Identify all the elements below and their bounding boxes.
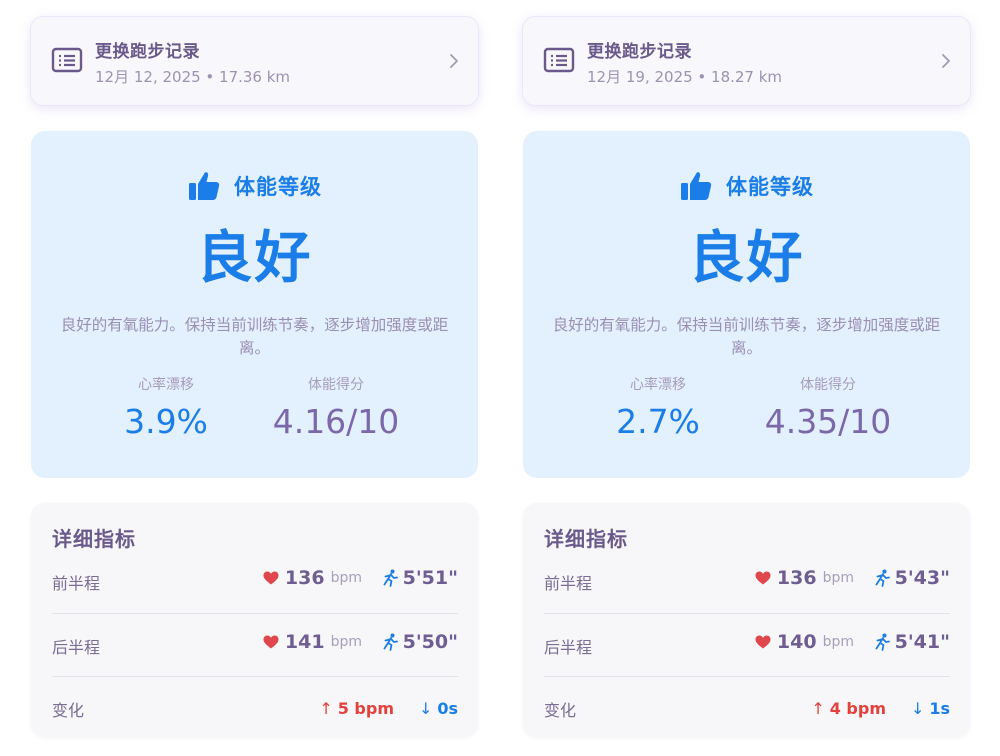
fitness-level-value: 良好 bbox=[688, 226, 805, 291]
heart-rate-group: 136 bpm bbox=[755, 567, 854, 593]
running-person-icon bbox=[875, 633, 890, 651]
record-date-distance: 12月 19, 2025 • 18.27 km bbox=[587, 68, 783, 86]
running-person-icon bbox=[383, 569, 398, 587]
row-label: 变化 bbox=[52, 701, 85, 720]
first-half-row: 前半程 136 bpm 5'43" bbox=[544, 550, 950, 612]
change-row: 变化 ↑ 4 bpm ↓ 1s bbox=[544, 676, 950, 739]
fitness-score-label: 体能得分 bbox=[308, 377, 364, 393]
change-run-record-button[interactable]: 更换跑步记录 12月 12, 2025 • 17.36 km bbox=[31, 17, 478, 105]
heart-rate-change: ↑ 4 bpm bbox=[811, 699, 886, 718]
heart-rate-change-value: 5 bpm bbox=[337, 699, 394, 718]
pace-group: 5'41" bbox=[874, 631, 950, 657]
fitness-level-header: 体能等级 bbox=[523, 169, 970, 205]
heart-rate-group: 141 bpm bbox=[263, 631, 362, 657]
record-date-distance: 12月 12, 2025 • 17.36 km bbox=[95, 68, 291, 86]
pace-group: 5'50" bbox=[382, 631, 458, 657]
heart-rate-group: 140 bpm bbox=[755, 631, 854, 657]
heart-rate-change: ↑ 5 bpm bbox=[319, 699, 394, 718]
fitness-level-value: 良好 bbox=[196, 226, 313, 291]
heart-rate-drift-label: 心率漂移 bbox=[630, 377, 686, 393]
fitness-level-card: 体能等级 良好 良好的有氧能力。保持当前训练节奏，逐步增加强度或距离。 心率漂移… bbox=[523, 131, 970, 478]
chevron-right-icon bbox=[942, 54, 950, 68]
running-person-icon bbox=[383, 633, 398, 651]
arrow-down-icon: ↓ bbox=[418, 699, 433, 718]
list-document-icon bbox=[51, 47, 83, 73]
chevron-right-icon bbox=[450, 54, 458, 68]
pace-change: ↓ 1s bbox=[911, 699, 950, 718]
heart-icon bbox=[263, 635, 279, 649]
fitness-level-heading: 体能等级 bbox=[726, 175, 815, 199]
pace-change-value: 0s bbox=[437, 699, 458, 718]
detailed-metrics-card: 详细指标 前半程 136 bpm 5'43" 后半程 140 bpm 5'41"… bbox=[523, 503, 970, 737]
fitness-level-heading: 体能等级 bbox=[234, 175, 323, 199]
pace-change-value: 1s bbox=[929, 699, 950, 718]
heart-rate-drift-metric: 心率漂移 3.9% bbox=[101, 376, 231, 444]
heart-rate-group: 136 bpm bbox=[263, 567, 362, 593]
fitness-score-metric: 体能得分 4.35/10 bbox=[748, 376, 908, 444]
pace-change: ↓ 0s bbox=[419, 699, 458, 718]
change-row: 变化 ↑ 5 bpm ↓ 0s bbox=[52, 676, 458, 739]
list-document-icon bbox=[543, 47, 575, 73]
arrow-up-icon: ↑ bbox=[811, 699, 825, 718]
fitness-score-metric: 体能得分 4.16/10 bbox=[256, 376, 416, 444]
row-label: 后半程 bbox=[52, 638, 101, 657]
fitness-level-description: 良好的有氧能力。保持当前训练节奏，逐步增加强度或距离。 bbox=[60, 316, 449, 357]
detailed-metrics-title: 详细指标 bbox=[52, 527, 136, 551]
heart-icon bbox=[755, 571, 771, 585]
heart-rate-value: 140 bbox=[776, 631, 817, 653]
second-half-row: 后半程 140 bpm 5'41" bbox=[544, 613, 950, 676]
heart-rate-unit: bpm bbox=[822, 634, 854, 650]
pace-value: 5'43" bbox=[894, 567, 950, 589]
detailed-metrics-card: 详细指标 前半程 136 bpm 5'51" 后半程 141 bpm 5'50"… bbox=[31, 503, 478, 737]
first-half-row: 前半程 136 bpm 5'51" bbox=[52, 550, 458, 612]
pace-group: 5'51" bbox=[382, 567, 458, 593]
heart-rate-drift-metric: 心率漂移 2.7% bbox=[593, 376, 723, 444]
heart-rate-change-value: 4 bpm bbox=[829, 699, 886, 718]
row-label: 前半程 bbox=[544, 574, 593, 593]
fitness-level-header: 体能等级 bbox=[31, 169, 478, 205]
fitness-score-value: 4.35/10 bbox=[764, 402, 892, 441]
heart-rate-drift-value: 2.7% bbox=[616, 402, 700, 441]
change-run-record-button[interactable]: 更换跑步记录 12月 19, 2025 • 18.27 km bbox=[523, 17, 970, 105]
record-title: 更换跑步记录 bbox=[95, 42, 200, 62]
heart-rate-value: 141 bbox=[284, 631, 325, 653]
row-label: 变化 bbox=[544, 701, 577, 720]
fitness-level-card: 体能等级 良好 良好的有氧能力。保持当前训练节奏，逐步增加强度或距离。 心率漂移… bbox=[31, 131, 478, 478]
arrow-down-icon: ↓ bbox=[910, 699, 925, 718]
pace-value: 5'51" bbox=[402, 567, 458, 589]
heart-rate-unit: bpm bbox=[330, 570, 362, 586]
running-person-icon bbox=[875, 569, 890, 587]
second-half-row: 后半程 141 bpm 5'50" bbox=[52, 613, 458, 676]
row-label: 后半程 bbox=[544, 638, 593, 657]
heart-rate-unit: bpm bbox=[822, 570, 854, 586]
fitness-level-description: 良好的有氧能力。保持当前训练节奏，逐步增加强度或距离。 bbox=[552, 316, 941, 357]
heart-rate-drift-label: 心率漂移 bbox=[138, 377, 194, 393]
pace-value: 5'41" bbox=[894, 631, 950, 653]
thumbs-up-icon bbox=[188, 172, 220, 200]
thumbs-up-icon bbox=[680, 172, 712, 200]
heart-rate-value: 136 bbox=[776, 567, 817, 589]
detailed-metrics-title: 详细指标 bbox=[544, 527, 628, 551]
fitness-score-label: 体能得分 bbox=[800, 377, 856, 393]
record-title: 更换跑步记录 bbox=[587, 42, 692, 62]
pace-value: 5'50" bbox=[402, 631, 458, 653]
row-label: 前半程 bbox=[52, 574, 101, 593]
heart-rate-value: 136 bbox=[284, 567, 325, 589]
fitness-score-value: 4.16/10 bbox=[272, 402, 400, 441]
arrow-up-icon: ↑ bbox=[319, 699, 333, 718]
pace-group: 5'43" bbox=[874, 567, 950, 593]
heart-icon bbox=[755, 635, 771, 649]
heart-rate-unit: bpm bbox=[330, 634, 362, 650]
heart-icon bbox=[263, 571, 279, 585]
heart-rate-drift-value: 3.9% bbox=[124, 402, 208, 441]
